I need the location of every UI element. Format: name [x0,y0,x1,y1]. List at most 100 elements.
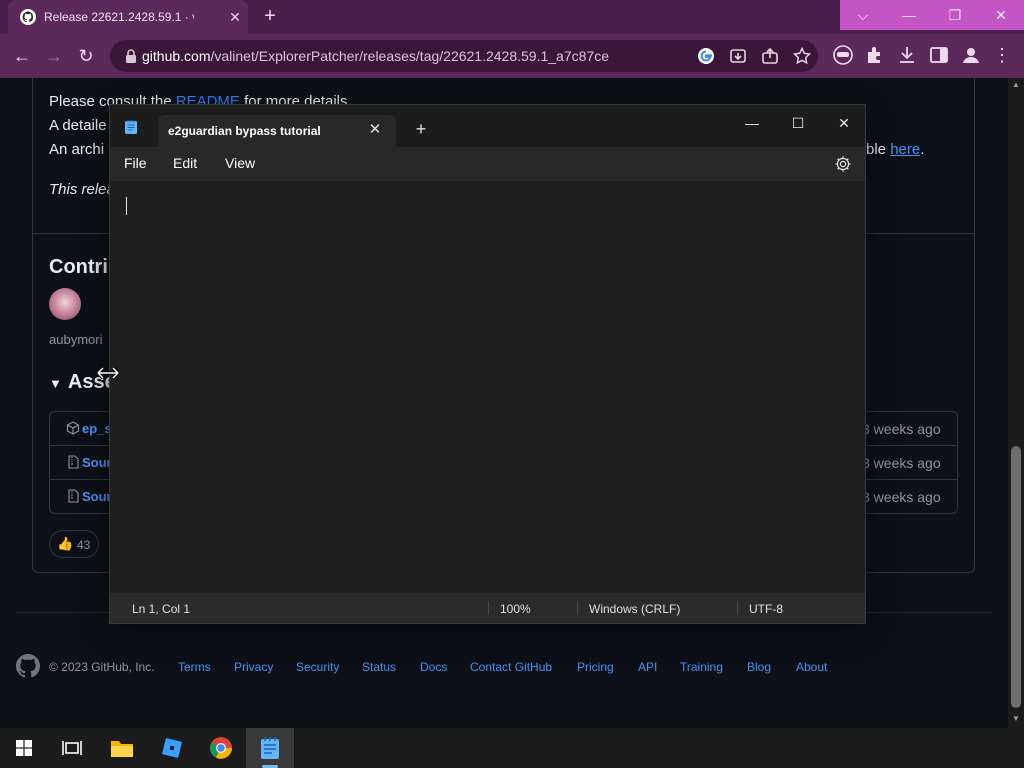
windows-taskbar [0,728,1024,768]
footer-link-api[interactable]: API [638,660,657,674]
url-path: /valinet/ExplorerPatcher/releases/tag/22… [210,48,609,64]
scroll-up-arrow-icon[interactable]: ▲ [1011,80,1021,90]
status-separator [577,601,578,615]
close-tab-icon[interactable]: ✕ [366,121,384,139]
asset-date: 3 weeks ago [862,455,941,471]
contributor-avatar[interactable] [49,288,81,320]
release-note-line-3-end: ble here. [866,141,924,158]
footer-link-blog[interactable]: Blog [747,660,771,674]
forward-button[interactable]: → [40,42,68,70]
notepad-close-button[interactable]: ✕ [821,109,867,137]
menu-edit[interactable]: Edit [173,155,197,171]
download-icon[interactable] [896,44,918,66]
archive-here-link[interactable]: here [890,141,920,158]
close-tab-icon[interactable]: ✕ [226,8,244,26]
release-note-line-3-start: An archi [49,141,105,158]
footer-link-training[interactable]: Training [680,660,723,674]
notepad-titlebar[interactable]: e2guardian bypass tutorial ✕ + — ☐ ✕ [110,105,865,147]
asset-name[interactable]: Sour [82,455,112,470]
task-view-button[interactable] [48,728,96,768]
text-caret [126,197,127,215]
taskbar-notepad[interactable] [246,728,294,768]
google-lens-icon[interactable] [696,46,716,66]
asset-name[interactable]: ep_s [82,421,112,436]
url-host: github.com [142,48,211,64]
menu-file[interactable]: File [124,155,147,171]
browser-tab-strip: Release 22621.2428.59.1 · valinet ✕ + ⌵ … [0,0,1024,34]
thumbs-up-icon: 👍 [57,536,74,551]
asset-name[interactable]: Sour [82,489,112,504]
scroll-down-arrow-icon[interactable]: ▼ [1011,714,1021,724]
status-separator [488,601,489,615]
url-text: github.com/valinet/ExplorerPatcher/relea… [142,48,609,64]
footer-link-status[interactable]: Status [362,660,396,674]
status-separator [737,601,738,615]
side-panel-icon[interactable] [928,44,950,66]
contributor-name[interactable]: aubymori [49,332,102,347]
file-zip-icon [68,455,79,469]
footer-link-security[interactable]: Security [296,660,339,674]
notepad-new-tab-button[interactable]: + [411,119,431,139]
release-note-line-4: This relea [49,181,115,198]
minimize-button[interactable]: — [886,0,932,30]
extension-mask-icon[interactable] [832,44,854,66]
notepad-minimize-button[interactable]: — [729,109,775,137]
footer-copyright: © 2023 GitHub, Inc. [49,660,155,674]
notepad-tab-title: e2guardian bypass tutorial [168,124,321,138]
footer-link-about[interactable]: About [796,660,827,674]
windows-logo-icon [16,740,32,756]
task-view-icon [62,741,82,755]
install-app-icon[interactable] [728,46,748,66]
start-button[interactable] [0,728,48,768]
package-icon [66,421,80,435]
release-note-line-2: A detaile [49,117,107,134]
github-icon [20,9,36,25]
footer-link-pricing[interactable]: Pricing [577,660,614,674]
status-line-ending[interactable]: Windows (CRLF) [589,602,680,616]
taskbar-roblox[interactable] [148,728,196,768]
close-window-button[interactable]: ✕ [978,0,1024,30]
notepad-text-area[interactable] [110,181,865,593]
reload-button[interactable]: ↻ [72,42,100,70]
text-segment: . [920,141,925,158]
restore-button[interactable]: ❐ [932,0,978,30]
new-tab-button[interactable]: + [258,4,282,28]
chrome-icon [210,737,232,759]
thumbs-up-reaction-button[interactable]: 👍 43 [49,530,99,558]
footer-link-docs[interactable]: Docs [420,660,447,674]
disclosure-triangle-icon: ▼ [49,376,62,391]
footer-link-terms[interactable]: Terms [178,660,211,674]
status-zoom[interactable]: 100% [500,602,531,616]
page-scrollbar[interactable]: ▲ ▼ [1008,78,1024,728]
notepad-tab[interactable]: e2guardian bypass tutorial ✕ [158,115,396,147]
profile-avatar-icon[interactable] [960,44,982,66]
extensions-puzzle-icon[interactable] [864,44,886,66]
browser-tab[interactable]: Release 22621.2428.59.1 · valinet ✕ [8,0,248,34]
asset-date: 3 weeks ago [862,421,941,437]
github-logo-icon[interactable] [16,654,40,678]
horizontal-resize-cursor-icon [96,366,120,380]
gear-icon[interactable] [834,155,852,173]
lock-icon [126,49,136,63]
notepad-icon [261,737,279,759]
notepad-menubar: File Edit View [110,147,865,181]
address-bar[interactable]: github.com/valinet/ExplorerPatcher/relea… [110,40,818,72]
taskbar-file-explorer[interactable] [98,728,146,768]
scrollbar-thumb[interactable] [1011,446,1021,708]
status-encoding[interactable]: UTF-8 [749,602,783,616]
menu-view[interactable]: View [225,155,255,171]
asset-date: 3 weeks ago [862,489,941,505]
folder-icon [111,741,133,757]
notepad-app-icon [125,120,137,134]
bookmark-star-icon[interactable] [792,46,812,66]
status-cursor-position: Ln 1, Col 1 [132,602,191,616]
footer-link-privacy[interactable]: Privacy [234,660,273,674]
notepad-statusbar: Ln 1, Col 1 100% Windows (CRLF) UTF-8 [110,593,865,623]
taskbar-chrome[interactable] [197,728,245,768]
notepad-maximize-button[interactable]: ☐ [775,109,821,137]
footer-link-contact[interactable]: Contact GitHub [470,660,552,674]
tab-search-chevron-icon[interactable]: ⌵ [840,0,886,30]
kebab-menu-icon[interactable]: ⋮ [992,44,1012,66]
back-button[interactable]: ← [8,42,36,70]
share-icon[interactable] [760,46,780,66]
